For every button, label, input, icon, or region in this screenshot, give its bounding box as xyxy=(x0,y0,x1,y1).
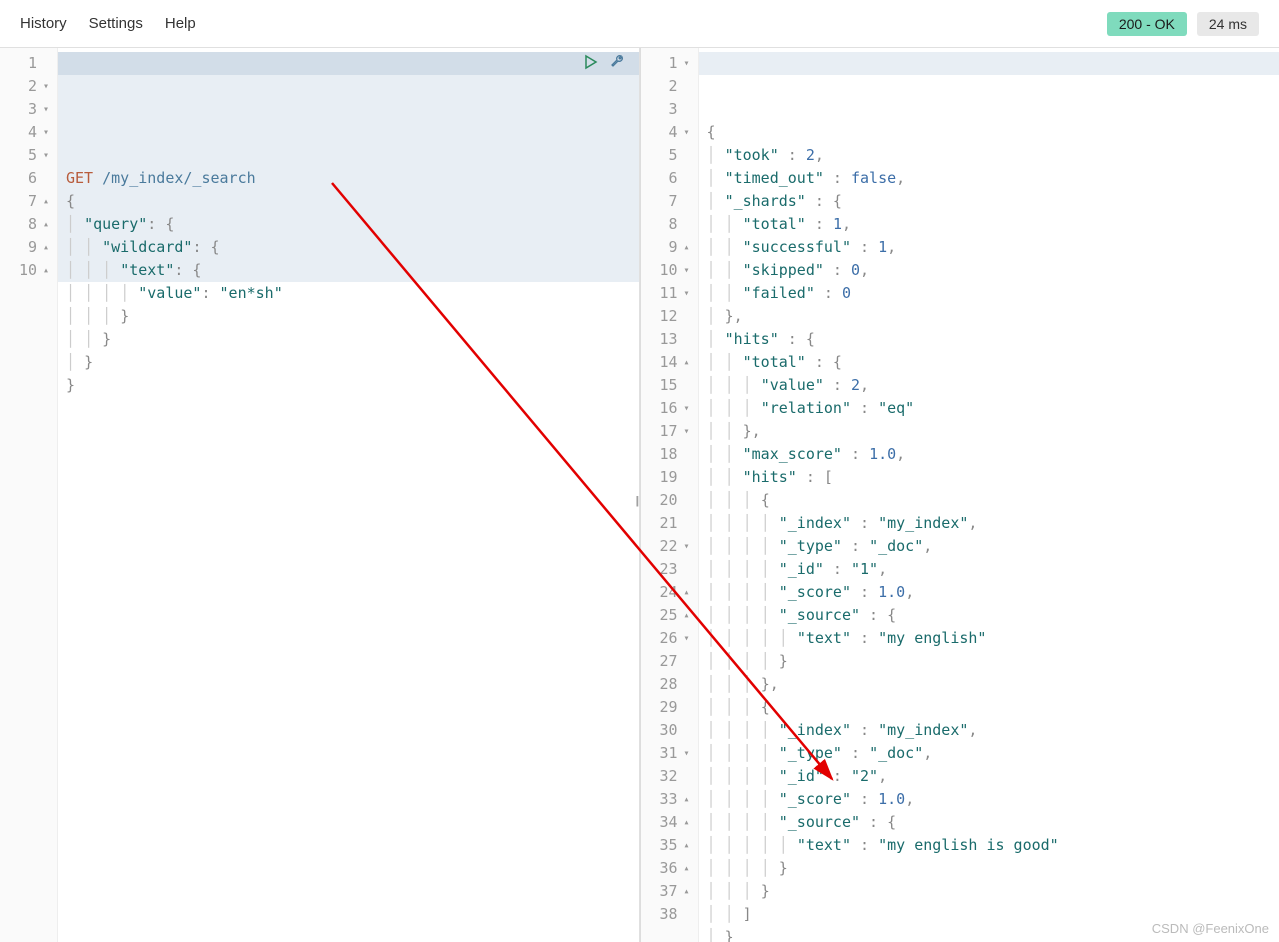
response-active-line xyxy=(699,52,1279,75)
request-active-line xyxy=(58,52,639,75)
editor-panes: 12▾3▾4▾5▾67▴8▴9▴10▴ GET /my_index/_searc… xyxy=(0,48,1279,942)
editor-actions xyxy=(583,54,625,70)
request-gutter: 12▾3▾4▾5▾67▴8▴9▴10▴ xyxy=(0,48,58,942)
request-editor[interactable]: GET /my_index/_search{│ "query": {│ │ "w… xyxy=(58,48,639,942)
response-pane: 1▾234▾56789▴10▾11▾121314▴1516▾17▾1819202… xyxy=(641,48,1279,942)
run-icon[interactable] xyxy=(583,54,599,70)
toolbar-left: History Settings Help xyxy=(20,15,196,32)
response-gutter: 1▾234▾56789▴10▾11▾121314▴1516▾17▾1819202… xyxy=(641,48,699,942)
menu-help[interactable]: Help xyxy=(165,15,196,32)
response-code-content: {│ "took" : 2,│ "timed_out" : false,│ "_… xyxy=(707,121,1272,942)
response-time-badge: 24 ms xyxy=(1197,12,1259,36)
request-pane: 12▾3▾4▾5▾67▴8▴9▴10▴ GET /my_index/_searc… xyxy=(0,48,640,942)
request-code-content: GET /my_index/_search{│ "query": {│ │ "w… xyxy=(66,167,631,397)
status-badge: 200 - OK xyxy=(1107,12,1187,36)
watermark: CSDN @FeenixOne xyxy=(1152,921,1269,936)
menu-settings[interactable]: Settings xyxy=(89,15,143,32)
response-viewer[interactable]: {│ "took" : 2,│ "timed_out" : false,│ "_… xyxy=(699,48,1279,942)
toolbar-right: 200 - OK 24 ms xyxy=(1107,12,1259,36)
wrench-icon[interactable] xyxy=(609,54,625,70)
menu-history[interactable]: History xyxy=(20,15,67,32)
toolbar: History Settings Help 200 - OK 24 ms xyxy=(0,0,1279,48)
divider-handle-icon: || xyxy=(636,495,638,507)
